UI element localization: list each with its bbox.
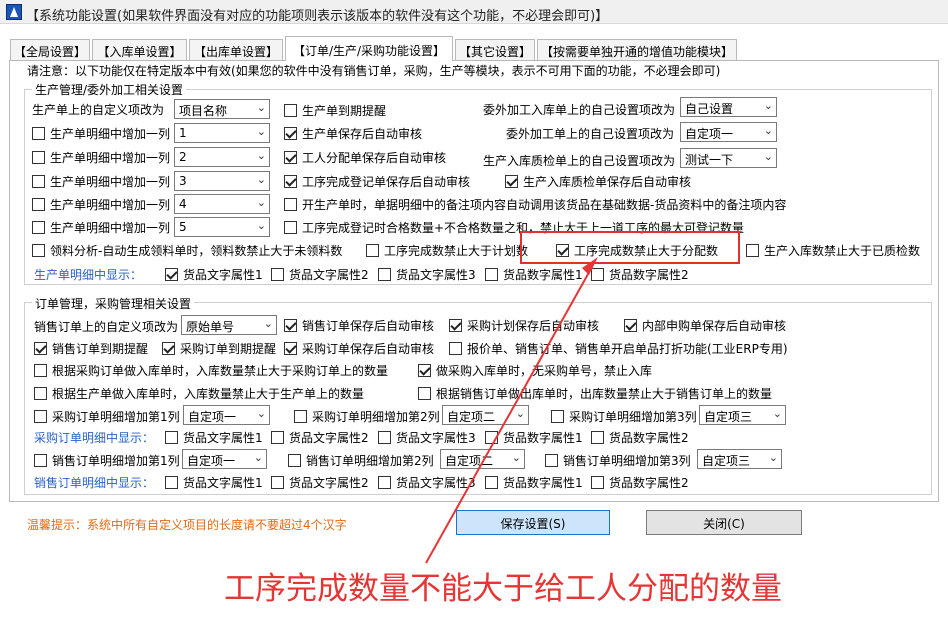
annotation-arrow-line [425, 266, 593, 564]
annotation-arrow-head [582, 257, 598, 275]
annotation-arrow [425, 257, 598, 564]
tab-order-production[interactable]: 【订单/生产/采购功能设置】 [285, 36, 453, 61]
annotation-text: 工序完成数量不能大于给工人分配的数量 [224, 571, 782, 607]
